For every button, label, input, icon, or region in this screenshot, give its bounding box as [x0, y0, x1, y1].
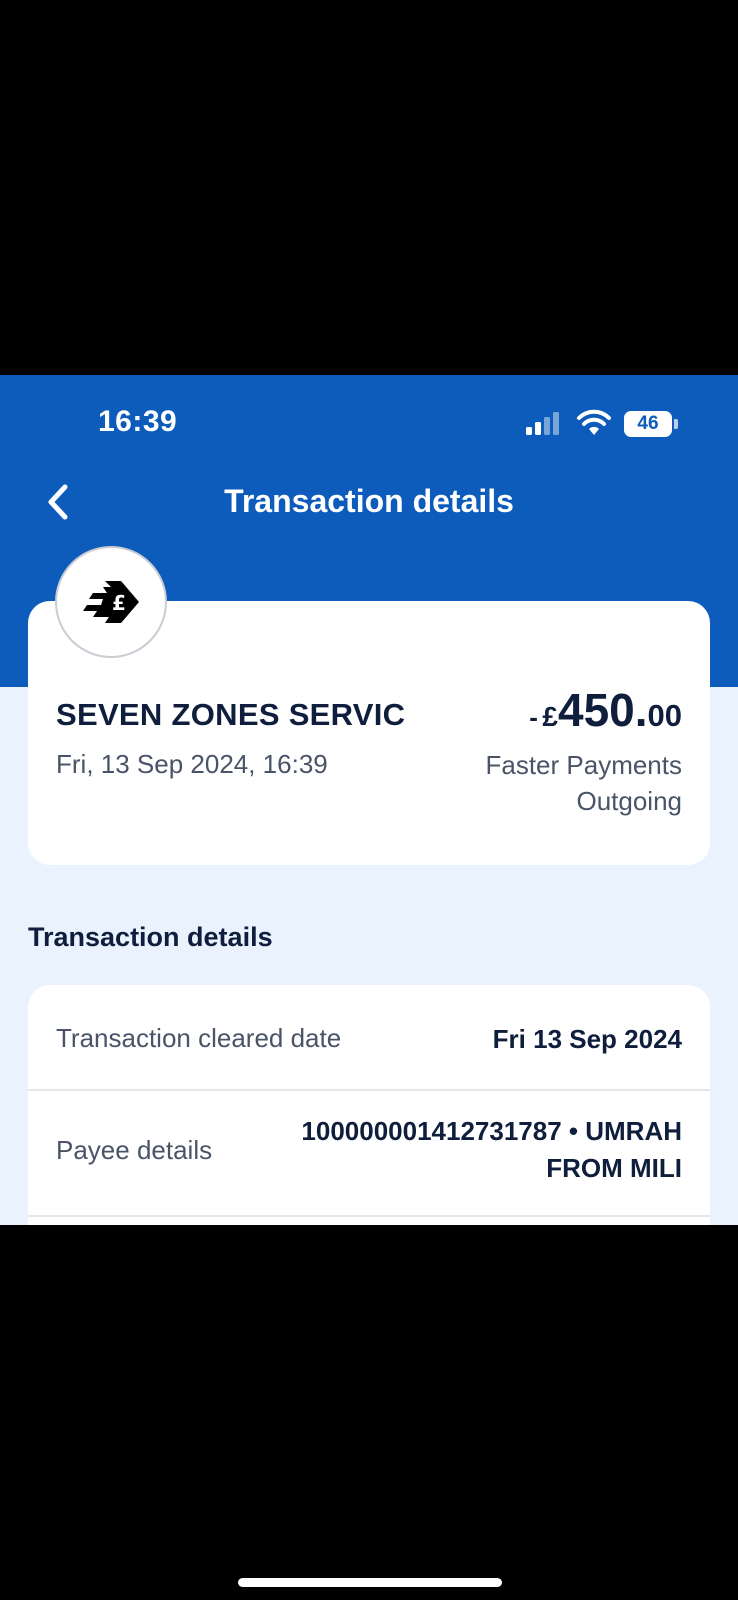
transaction-amount: - £450.00	[529, 683, 682, 737]
battery-level: 46	[624, 411, 672, 437]
merchant-avatar: £	[55, 546, 167, 658]
amount-currency: £	[542, 701, 558, 732]
svg-text:£: £	[112, 591, 126, 615]
page-title: Transaction details	[224, 483, 514, 519]
wifi-icon	[577, 409, 611, 435]
amount-decimal: 00	[647, 698, 682, 733]
payment-type-direction: Outgoing	[576, 786, 682, 816]
battery-icon: 46	[624, 411, 680, 437]
status-time: 16:39	[98, 405, 178, 438]
payment-type: Faster Payments Outgoing	[485, 747, 682, 819]
section-title: Transaction details	[28, 922, 273, 952]
detail-label: Transaction cleared date	[56, 1023, 342, 1053]
transaction-datetime: Fri, 13 Sep 2024, 16:39	[56, 749, 328, 779]
payment-type-method: Faster Payments	[485, 750, 682, 780]
battery-cap	[674, 419, 678, 429]
amount-whole: 450.	[557, 684, 648, 736]
detail-row-payee: Payee details 100000001412731787 • UMRAH…	[28, 1091, 710, 1217]
home-indicator[interactable]	[238, 1578, 502, 1587]
faster-payment-pound-icon: £	[83, 581, 139, 623]
transaction-details-card: Transaction cleared date Fri 13 Sep 2024…	[28, 985, 710, 1225]
detail-value: 100000001412731787 • UMRAH FROM MILI	[301, 1116, 682, 1183]
app-screen: 16:39 46 Transaction details £ SEVEN ZON…	[0, 375, 738, 1225]
detail-label: Payee details	[56, 1135, 213, 1165]
merchant-name: SEVEN ZONES SERVIC	[56, 697, 406, 732]
signal-icon	[526, 412, 559, 435]
detail-value: Fri 13 Sep 2024	[492, 1024, 682, 1054]
amount-sign: -	[529, 702, 538, 732]
detail-row-cleared-date: Transaction cleared date Fri 13 Sep 2024	[28, 985, 710, 1091]
